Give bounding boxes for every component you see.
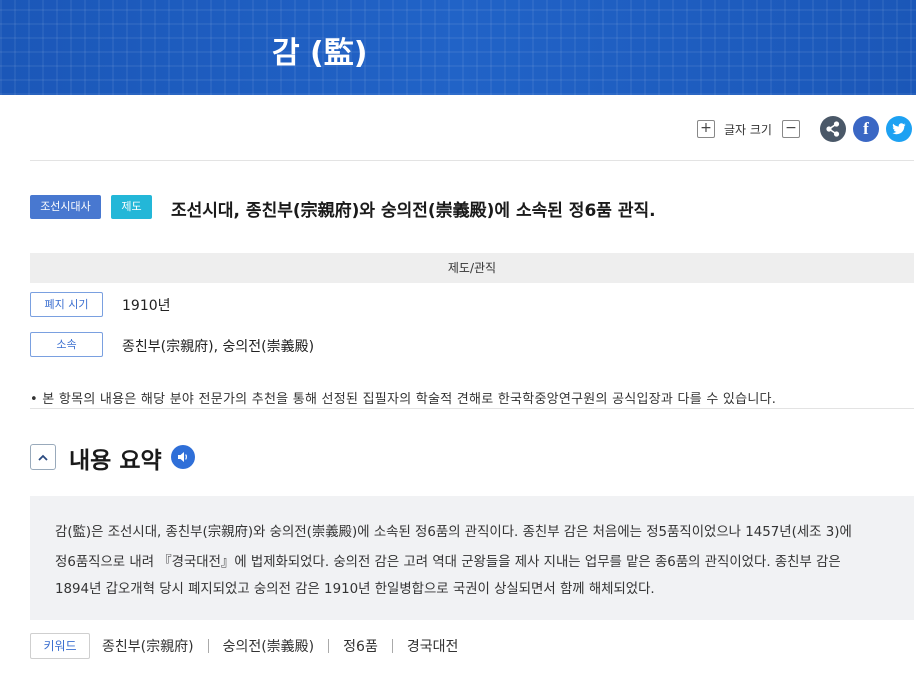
font-size-decrease-button[interactable]: −	[782, 120, 800, 138]
field-label-affiliation: 소속	[30, 332, 103, 357]
keyword-separator	[207, 639, 209, 653]
minus-icon: −	[785, 120, 797, 136]
section-title-summary: 내용 요약	[69, 448, 162, 474]
keyword-link[interactable]: 경국대전	[407, 636, 459, 656]
toolbar: + 글자 크기 − f	[0, 116, 916, 142]
field-value-affiliation: 종친부(宗親府), 숭의전(崇義殿)	[122, 339, 315, 355]
keywords-list: 종친부(宗親府) 숭의전(崇義殿) 정6품 경국대전	[102, 636, 458, 656]
field-value-abolished: 1910년	[122, 298, 171, 314]
field-label-abolished: 폐지 시기	[30, 292, 103, 317]
share-icon	[826, 121, 840, 137]
twitter-share-button[interactable]	[886, 116, 912, 142]
chevron-up-icon	[38, 454, 48, 461]
speaker-icon	[178, 452, 187, 462]
disclaimer-notice: • 본 항목의 내용은 해당 분야 전문가의 추천을 통해 선정된 집필자의 학…	[30, 392, 777, 407]
font-size-label: 글자 크기	[724, 123, 772, 137]
keyword-separator	[391, 639, 393, 653]
keyword-link[interactable]: 정6품	[343, 636, 378, 656]
page-title: 감 (監)	[272, 36, 368, 71]
tag-category[interactable]: 제도	[111, 195, 152, 219]
divider-top	[30, 160, 914, 161]
collapse-section-button[interactable]	[30, 444, 56, 470]
keyword-link[interactable]: 종친부(宗親府)	[102, 636, 194, 656]
summary-line: 정6품직으로 내려 『경국대전』에 법제화되었다. 숭의전 감은 고려 역대 군…	[55, 555, 841, 570]
divider-notice	[30, 408, 914, 409]
header-banner: 감 (監)	[0, 0, 916, 95]
facebook-share-button[interactable]: f	[853, 116, 879, 142]
article-headline: 조선시대, 종친부(宗親府)와 숭의전(崇義殿)에 소속된 정6품 관직.	[171, 201, 656, 221]
summary-box: 감(監)은 조선시대, 종친부(宗親府)와 숭의전(崇義殿)에 소속된 정6품의…	[30, 496, 914, 620]
keyword-separator	[328, 639, 330, 653]
twitter-icon	[892, 123, 906, 135]
share-button[interactable]	[820, 116, 846, 142]
summary-line: 1894년 갑오개혁 당시 폐지되었고 숭의전 감은 1910년 한일병합으로 …	[55, 582, 655, 597]
keywords-label: 키워드	[30, 633, 90, 659]
facebook-icon: f	[863, 119, 869, 138]
plus-icon: +	[700, 120, 712, 136]
listen-audio-button[interactable]	[171, 445, 195, 469]
keyword-link[interactable]: 숭의전(崇義殿)	[223, 636, 315, 656]
summary-line: 감(監)은 조선시대, 종친부(宗親府)와 숭의전(崇義殿)에 소속된 정6품의…	[55, 525, 852, 540]
category-bar: 제도/관직	[30, 253, 914, 283]
font-size-increase-button[interactable]: +	[697, 120, 715, 138]
tag-era[interactable]: 조선시대사	[30, 195, 101, 219]
